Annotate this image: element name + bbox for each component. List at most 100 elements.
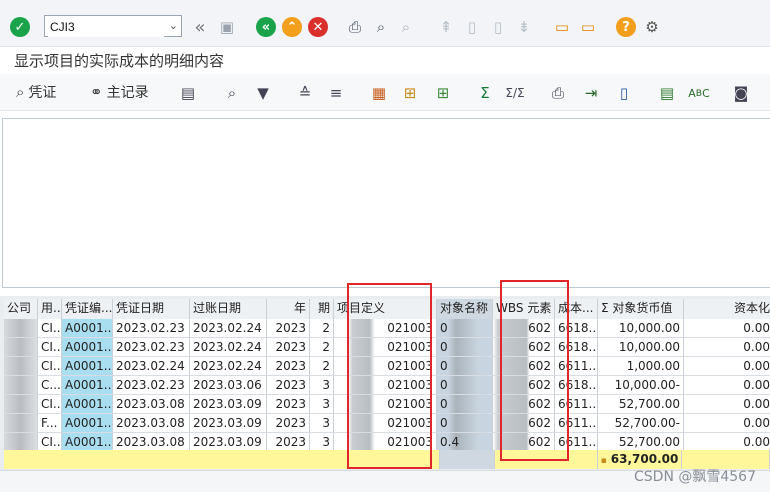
cell-capitalization[interactable]: 0.00 (684, 395, 770, 414)
cell-period[interactable]: 2 (310, 357, 334, 376)
cell-object-currency-value[interactable]: 1,000.00 (598, 357, 684, 376)
cell-object-name[interactable]: 0 (437, 319, 493, 338)
settings-gear-icon[interactable]: ⚙ (642, 17, 662, 37)
back-icon[interactable]: « (256, 17, 276, 37)
next-page-icon[interactable]: ▯ (488, 17, 508, 37)
change-layout-icon[interactable]: ⊞ (399, 82, 421, 104)
cell-object-name[interactable]: 0 (437, 414, 493, 433)
header-object-name[interactable]: 对象名称 (437, 299, 493, 319)
find-icon[interactable]: ⌕ (371, 17, 391, 37)
last-page-icon[interactable]: ⇟ (514, 17, 534, 37)
cell-company[interactable]: 0 (4, 376, 38, 395)
previous-page-icon[interactable]: ▯ (462, 17, 482, 37)
master-record-button[interactable]: ⚭ 主记录 (90, 82, 149, 102)
cell-document-date[interactable]: 2023.02.23 (113, 376, 190, 395)
cell-object-name[interactable]: 0 (437, 395, 493, 414)
cell-document-number[interactable]: A0001... (62, 338, 113, 357)
cell-usage[interactable]: CI... (38, 319, 62, 338)
cell-document-number[interactable]: A0001... (62, 319, 113, 338)
cell-period[interactable]: 2 (310, 319, 334, 338)
word-processing-icon[interactable]: ▯ (613, 82, 635, 104)
header-posting-date[interactable]: 过账日期 (190, 299, 267, 319)
cell-capitalization[interactable]: 0.00 (684, 357, 770, 376)
voucher-button[interactable]: ⌕ 凭证 (16, 82, 56, 102)
cell-document-number[interactable]: A0001... (62, 395, 113, 414)
document-detail-icon[interactable]: ▤ (177, 82, 199, 104)
save-icon[interactable]: ▣ (217, 17, 237, 37)
cell-object-name[interactable]: 0 (437, 376, 493, 395)
cell-object-currency-value[interactable]: 10,000.00 (598, 338, 684, 357)
sort-descending-icon[interactable]: ≡ (325, 82, 347, 104)
cell-posting-date[interactable]: 2023.02.24 (190, 338, 267, 357)
sum-icon[interactable]: Σ (474, 82, 496, 104)
cell-company[interactable]: 0 (4, 357, 38, 376)
cancel-icon[interactable]: ✕ (308, 17, 328, 37)
cell-period[interactable]: 3 (310, 395, 334, 414)
cell-posting-date[interactable]: 2023.03.06 (190, 376, 267, 395)
cell-year[interactable]: 2023 (267, 338, 310, 357)
header-period[interactable]: 期 (310, 299, 334, 319)
cell-year[interactable]: 2023 (267, 395, 310, 414)
chevron-down-icon[interactable]: ⌄ (169, 19, 178, 32)
cell-document-date[interactable]: 2023.02.23 (113, 319, 190, 338)
header-object-currency-value[interactable]: Σ 对象货币值 (598, 299, 684, 319)
cell-year[interactable]: 2023 (267, 319, 310, 338)
enter-check-icon[interactable]: ✓ (10, 17, 30, 37)
cell-usage[interactable]: CI... (38, 357, 62, 376)
create-session-icon[interactable]: ▭ (552, 17, 572, 37)
cell-object-currency-value[interactable]: 10,000.00 (598, 319, 684, 338)
choose-detail-icon[interactable]: ⌕ (221, 82, 243, 104)
cell-year[interactable]: 2023 (267, 376, 310, 395)
cell-period[interactable]: 3 (310, 376, 334, 395)
cell-posting-date[interactable]: 2023.03.09 (190, 414, 267, 433)
sort-ascending-icon[interactable]: ≙ (294, 82, 316, 104)
cell-company[interactable]: 0 (4, 395, 38, 414)
abc-analysis-icon[interactable]: ABC (688, 82, 710, 104)
help-icon[interactable]: ? (616, 17, 636, 37)
cell-document-number[interactable]: A0001... (62, 414, 113, 433)
cell-posting-date[interactable]: 2023.02.24 (190, 357, 267, 376)
cell-company[interactable]: 0 (4, 338, 38, 357)
cell-document-number[interactable]: A0001... (62, 357, 113, 376)
layout-table-icon[interactable]: ▦ (368, 82, 390, 104)
print-icon[interactable]: ⎙ (345, 17, 365, 37)
cell-object-currency-value[interactable]: 52,700.00- (598, 414, 684, 433)
subtotal-icon[interactable]: Σ/Σ (504, 82, 526, 104)
cell-document-date[interactable]: 2023.02.24 (113, 357, 190, 376)
cell-document-number[interactable]: A0001... (62, 376, 113, 395)
double-chevron-left-icon[interactable]: « (190, 17, 210, 38)
header-document-number[interactable]: 凭证编... (62, 299, 113, 319)
shortcut-icon[interactable]: ▭ (578, 17, 598, 37)
first-page-icon[interactable]: ⇞ (436, 17, 456, 37)
cell-posting-date[interactable]: 2023.03.09 (190, 395, 267, 414)
cell-usage[interactable]: CI... (38, 395, 62, 414)
header-usage[interactable]: 用... (38, 299, 62, 319)
cell-object-name[interactable]: 0 (437, 338, 493, 357)
cell-document-date[interactable]: 2023.02.23 (113, 338, 190, 357)
cell-usage[interactable]: C... (38, 376, 62, 395)
cell-period[interactable]: 3 (310, 414, 334, 433)
cell-object-currency-value[interactable]: 10,000.00- (598, 376, 684, 395)
cell-year[interactable]: 2023 (267, 357, 310, 376)
select-layout-icon[interactable]: ⊞ (432, 82, 454, 104)
filter-icon[interactable]: ▼ (252, 82, 274, 104)
find-next-icon[interactable]: ⌕ (396, 17, 416, 37)
header-company[interactable]: 公司 (4, 299, 38, 319)
cell-object-currency-value[interactable]: 52,700.00 (598, 395, 684, 414)
cell-usage[interactable]: CI... (38, 338, 62, 357)
cell-year[interactable]: 2023 (267, 414, 310, 433)
command-field[interactable]: ⌄ (44, 15, 182, 37)
cell-document-date[interactable]: 2023.03.08 (113, 395, 190, 414)
cell-capitalization[interactable]: 0.00 (684, 414, 770, 433)
header-document-date[interactable]: 凭证日期 (113, 299, 190, 319)
header-capitalization[interactable]: 资本化 (684, 299, 770, 319)
excel-export-icon[interactable]: ▤ (656, 82, 678, 104)
cell-capitalization[interactable]: 0.00 (684, 338, 770, 357)
print-preview-icon[interactable]: ⎙ (547, 82, 569, 104)
graphics-icon[interactable]: ◙ (730, 82, 752, 104)
command-input[interactable] (48, 17, 164, 37)
header-year[interactable]: 年 (267, 299, 310, 319)
cell-usage[interactable]: F... (38, 414, 62, 433)
cell-posting-date[interactable]: 2023.02.24 (190, 319, 267, 338)
export-icon[interactable]: ⇥ (580, 82, 602, 104)
